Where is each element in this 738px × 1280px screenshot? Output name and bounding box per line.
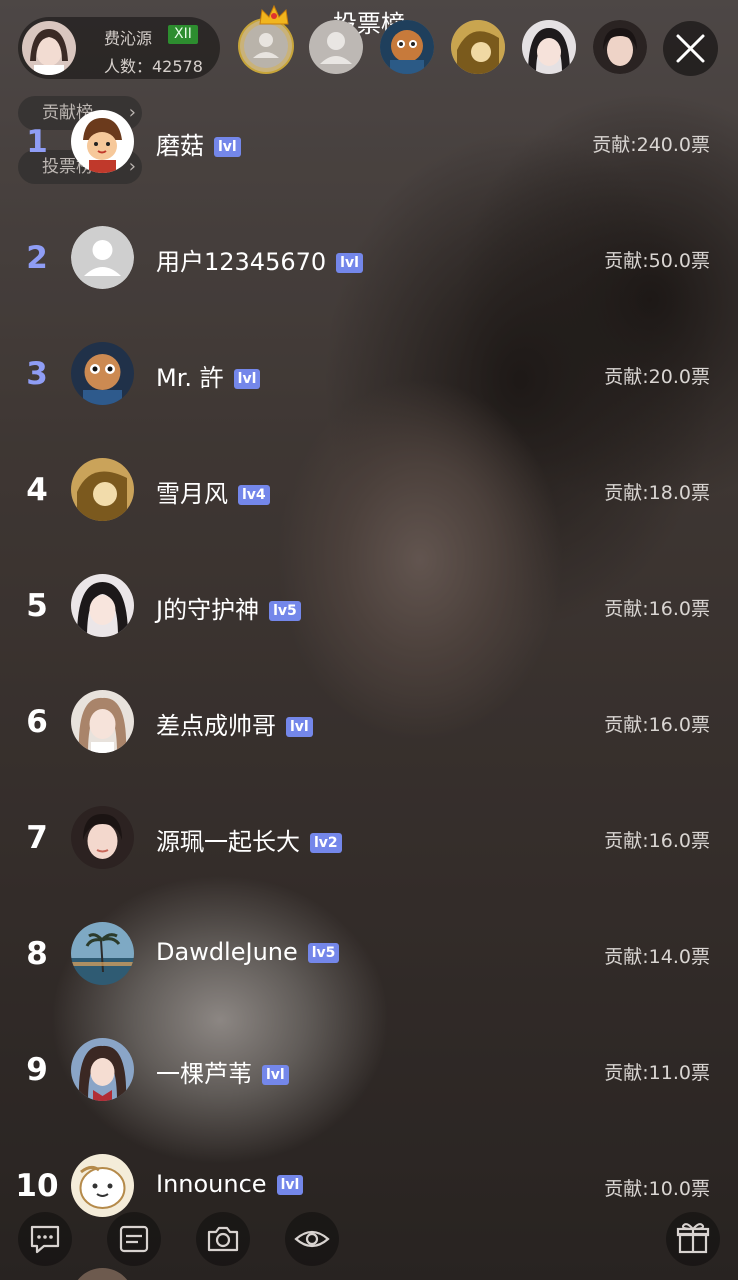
user-name: 源珮一起长大 lv2 xyxy=(156,822,342,857)
chat-button[interactable] xyxy=(18,1212,72,1266)
level-badge: lvl xyxy=(286,717,313,737)
gift-button[interactable] xyxy=(666,1212,720,1266)
gift-icon xyxy=(676,1223,710,1254)
ranking-row[interactable]: 2 用户12345670 lvl 贡献:50.0票 xyxy=(0,218,738,298)
ranking-row[interactable]: 9 一棵芦苇 lvl 贡献:11.0票 xyxy=(0,1030,738,1110)
user-name: DawdleJune lv5 xyxy=(156,938,340,966)
ranking-row[interactable]: 8 DawdleJune lv5 贡献:14.0票 xyxy=(0,914,738,994)
level-badge: lvl xyxy=(276,1175,304,1195)
top-viewer-avatar-6[interactable] xyxy=(593,20,647,74)
ranking-row[interactable]: 1 磨菇 lvl 贡献:240.0票 xyxy=(0,102,738,182)
chat-icon xyxy=(30,1225,60,1254)
top-viewer-avatar-default[interactable] xyxy=(309,20,363,74)
level-badge: lv4 xyxy=(238,485,270,505)
contribution-score: 贡献:11.0票 xyxy=(604,1062,710,1084)
contribution-score: 贡献:16.0票 xyxy=(604,598,710,620)
rank-number: 5 xyxy=(26,588,48,624)
user-name: 雪月风 lv4 xyxy=(156,474,270,509)
top-viewer-avatar-3[interactable] xyxy=(380,20,434,74)
level-badge: lv2 xyxy=(310,833,342,853)
level-badge: lv5 xyxy=(269,601,301,621)
contribution-score: 贡献:10.0票 xyxy=(604,1178,710,1200)
user-avatar[interactable] xyxy=(71,1038,134,1101)
user-avatar[interactable] xyxy=(71,690,134,753)
message-button[interactable] xyxy=(107,1212,161,1266)
user-avatar[interactable] xyxy=(71,922,134,985)
user-avatar[interactable] xyxy=(71,574,134,637)
close-button[interactable] xyxy=(663,21,718,76)
rank-number: 4 xyxy=(26,472,48,508)
rank-number: 1 xyxy=(26,124,48,160)
close-icon xyxy=(676,34,705,63)
contribution-score: 贡献:240.0票 xyxy=(592,134,710,156)
viewer-count: 人数：42578 xyxy=(104,57,203,76)
level-badge: lvl xyxy=(214,137,241,157)
user-avatar[interactable] xyxy=(71,110,134,173)
rank-number: 10 xyxy=(15,1168,59,1204)
view-button[interactable] xyxy=(285,1212,339,1266)
user-name: 差点成帅哥 lvl xyxy=(156,706,313,741)
level-badge: lvl xyxy=(336,253,363,273)
user-name: 一棵芦苇 lvl xyxy=(156,1054,289,1089)
crown-icon xyxy=(258,4,290,30)
contribution-score: 贡献:50.0票 xyxy=(604,250,710,272)
ranking-row[interactable]: 6 差点成帅哥 lvl 贡献:16.0票 xyxy=(0,682,738,762)
user-avatar[interactable] xyxy=(71,458,134,521)
ranking-row[interactable]: 3 Mr. 許 lvl 贡献:20.0票 xyxy=(0,334,738,414)
level-badge: lvl xyxy=(262,1065,289,1085)
contribution-score: 贡献:18.0票 xyxy=(604,482,710,504)
top-viewer-avatar-4[interactable] xyxy=(451,20,505,74)
rank-number: 3 xyxy=(26,356,48,392)
message-icon xyxy=(119,1225,149,1253)
level-badge: lv5 xyxy=(307,943,340,963)
user-avatar[interactable] xyxy=(71,1154,134,1217)
top-viewer-avatar-5[interactable] xyxy=(522,20,576,74)
contribution-score: 贡献:16.0票 xyxy=(604,714,710,736)
user-name: Mr. 許 lvl xyxy=(156,358,261,393)
user-name: Innounce lvl xyxy=(156,1170,304,1198)
camera-button[interactable] xyxy=(196,1212,250,1266)
user-avatar[interactable] xyxy=(71,342,134,405)
user-name: 磨菇 lvl xyxy=(156,126,241,161)
ranking-row[interactable]: 7 源珮一起长大 lv2 贡献:16.0票 xyxy=(0,798,738,878)
ranking-row[interactable]: 5 J的守护神 lv5 贡献:16.0票 xyxy=(0,566,738,646)
eye-icon xyxy=(294,1230,330,1248)
ranking-row[interactable]: 4 雪月风 lv4 贡献:18.0票 xyxy=(0,450,738,530)
rank-number: 8 xyxy=(26,936,48,972)
user-name: 用户12345670 lvl xyxy=(156,242,363,277)
user-avatar[interactable] xyxy=(71,806,134,869)
camera-icon xyxy=(207,1226,239,1252)
next-row-avatar-peek xyxy=(71,1268,134,1280)
rank-number: 2 xyxy=(26,240,48,276)
user-avatar[interactable] xyxy=(71,226,134,289)
level-badge: lvl xyxy=(233,369,261,389)
rank-number: 7 xyxy=(26,820,48,856)
rank-number: 9 xyxy=(26,1052,48,1088)
contribution-score: 贡献:16.0票 xyxy=(604,830,710,852)
contribution-score: 贡献:14.0票 xyxy=(604,946,710,968)
contribution-score: 贡献:20.0票 xyxy=(604,366,710,388)
rank-number: 6 xyxy=(26,704,48,740)
user-name: J的守护神 lv5 xyxy=(156,590,301,625)
